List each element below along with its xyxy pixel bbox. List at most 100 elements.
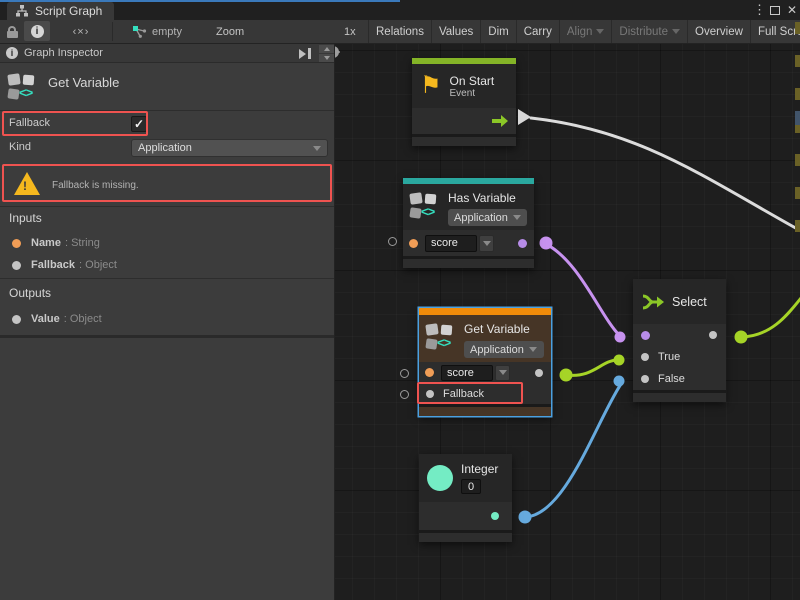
node-on-start[interactable]: ⚑ On Start Event [412,58,516,146]
graph-icon [15,4,29,18]
unconnected-port-circle[interactable] [400,390,409,399]
result-output-port[interactable] [709,331,717,339]
script-graph-window: Script Graph ⋮ ✕ i ‹×› empty Zoom 1x [0,0,800,600]
node-title: On Start [450,74,495,88]
node-title: Select [672,295,707,309]
values-button[interactable]: Values [431,20,480,43]
port-dot [12,315,21,324]
variable-picker-button[interactable] [495,365,510,381]
divider [0,278,334,279]
variable-name-field[interactable]: score [441,365,493,381]
output-row-value: Value : Object [0,309,334,329]
graph-canvas[interactable] [335,44,800,600]
input-row-fallback: Fallback : Object [0,255,334,275]
outputs-section-title: Outputs [9,286,51,300]
divider [0,110,334,111]
node-select[interactable]: Select True False [633,279,726,402]
inspector-header: i Graph Inspector [0,44,334,63]
name-input-port[interactable] [425,368,434,377]
code-preview-button[interactable]: ‹×› [60,20,102,43]
name-input-port[interactable] [409,239,418,248]
fallback-checkbox[interactable]: ✓ [131,116,147,132]
variables-icon: <> [8,73,42,103]
relations-button[interactable]: Relations [368,20,431,43]
fallback-input-port[interactable] [426,390,434,398]
scroll-up-button[interactable] [319,45,334,53]
true-input-port[interactable] [641,353,649,361]
inspector-scroll-buttons [319,45,334,62]
node-subtitle: Event [450,88,495,99]
node-color-bar [419,308,551,315]
unconnected-port-circle[interactable] [400,369,409,378]
integer-icon [427,465,453,491]
chevron-down-icon [529,347,537,352]
warning-icon [14,172,40,195]
distribute-button: Distribute [611,20,687,43]
integer-value-field[interactable]: 0 [461,479,481,494]
exec-output-port[interactable] [492,115,508,127]
fallback-port-label: Fallback [443,388,484,400]
inspector-title: Graph Inspector [24,47,103,59]
lock-icon [7,26,18,38]
info-icon: i [31,25,44,38]
kind-dropdown[interactable]: Application [448,209,527,226]
node-title: Has Variable [448,191,516,205]
info-icon: i [6,47,18,59]
chevron-down-icon [596,29,604,34]
fallback-field-row: Fallback ✓ [0,112,334,136]
scroll-down-button[interactable] [319,54,334,62]
zoom-value: 1x [344,20,356,43]
dock-panel-icon[interactable] [299,47,315,60]
graph-reference-breadcrumb[interactable]: empty [132,20,182,43]
unit-header: <> Get Variable [0,63,334,111]
variable-name-field[interactable]: score [425,235,477,252]
zoom-label: Zoom [216,20,244,43]
variables-icon: <> [410,192,444,222]
lock-button[interactable] [2,20,22,43]
tab-title: Script Graph [35,4,102,18]
full-screen-button[interactable]: Full Screen [750,20,800,43]
chevron-down-icon [313,146,321,151]
tab-bar: Script Graph ⋮ ✕ [0,0,800,20]
variable-picker-button[interactable] [479,235,494,252]
divider [0,206,334,207]
condition-input-port[interactable] [641,331,650,340]
variables-icon: <> [426,323,460,353]
node-integer[interactable]: Integer 0 [419,454,512,542]
graph-toolbar: i ‹×› empty Zoom 1x Relations Values Dim… [0,20,800,44]
toolbar-buttons: Relations Values Dim Carry Align Distrib… [368,20,800,43]
node-has-variable[interactable]: <> Has Variable Application score [403,178,534,268]
warning-box: ! Fallback is missing. [0,166,334,208]
chevron-down-icon [672,29,680,34]
false-port-label: False [658,373,685,385]
tab-script-graph[interactable]: Script Graph [7,2,114,20]
kind-label: Kind [9,141,31,153]
dim-button[interactable]: Dim [480,20,515,43]
warning-text: Fallback is missing. [52,180,139,191]
window-edge-artifact [795,22,800,242]
carry-button[interactable]: Carry [516,20,559,43]
bool-output-port[interactable] [518,239,527,248]
kind-dropdown[interactable]: Application [131,139,328,157]
window-close-icon[interactable]: ✕ [787,0,797,20]
unit-title: Get Variable [48,75,119,90]
window-maximize-icon[interactable] [770,0,780,20]
inspector-toggle-button[interactable]: i [24,21,50,41]
window-menu-icon[interactable]: ⋮ [753,0,766,20]
true-port-label: True [658,351,680,363]
false-input-port[interactable] [641,375,649,383]
port-dot [12,239,21,248]
exec-wire-arrow[interactable] [518,109,531,125]
node-get-variable[interactable]: <> Get Variable Application score Fallba… [419,308,551,416]
align-button: Align [559,20,612,43]
kind-dropdown[interactable]: Application [464,341,544,358]
value-output-port[interactable] [535,369,543,377]
select-icon [641,291,665,313]
fallback-label: Fallback [9,117,50,129]
focus-highlight-line [0,0,400,2]
flag-icon: ⚑ [420,74,442,98]
graph-inspector-panel: i Graph Inspector <> Get Variable Fallba… [0,44,335,600]
int-output-port[interactable] [491,512,499,520]
unconnected-port-circle[interactable] [388,237,397,246]
overview-button[interactable]: Overview [687,20,750,43]
